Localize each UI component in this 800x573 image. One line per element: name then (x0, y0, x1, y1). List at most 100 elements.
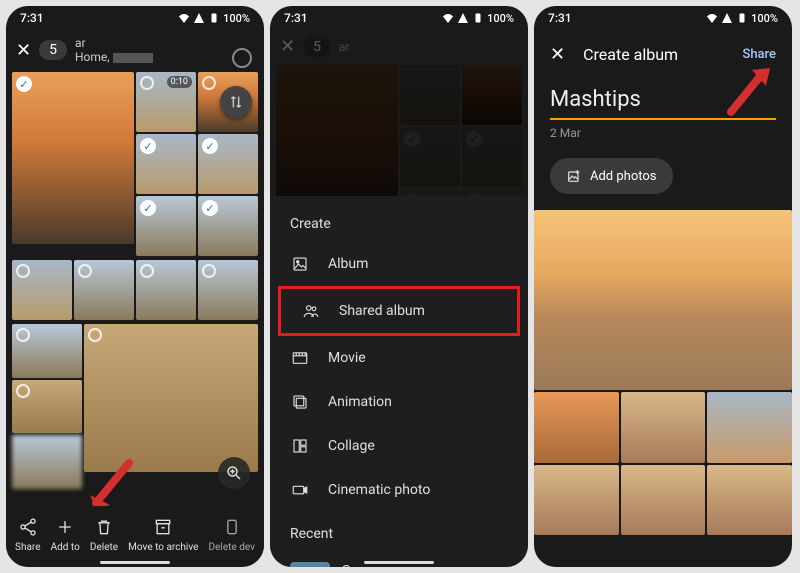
photo-thumb[interactable] (136, 260, 196, 320)
item-label: Movie (328, 350, 366, 366)
animation-icon (290, 392, 310, 412)
add-photos-button[interactable]: Add photos (550, 158, 673, 194)
delete-device-button[interactable]: Delete dev (209, 516, 255, 553)
select-circle[interactable] (140, 76, 154, 90)
photo-thumb[interactable] (12, 324, 82, 378)
photo-thumb[interactable] (74, 260, 134, 320)
photo-thumb[interactable] (707, 465, 792, 536)
check-icon[interactable]: ✓ (140, 138, 156, 154)
cinematic-icon (290, 480, 310, 500)
select-circle[interactable] (16, 264, 30, 278)
add-photo-icon (566, 168, 582, 184)
album-title-input[interactable]: Mashtips (550, 87, 776, 120)
video-duration: 0:10 (167, 76, 192, 88)
photo-thumb[interactable]: ✓ (12, 72, 134, 244)
device-icon (221, 516, 243, 538)
photo-thumb[interactable] (84, 324, 258, 472)
redacted-text (113, 53, 153, 63)
delete-button[interactable]: Delete (90, 516, 118, 553)
archive-icon (152, 516, 174, 538)
item-label: Collage (328, 438, 375, 454)
status-bar: 7:31 100% (6, 6, 264, 30)
trash-icon (93, 516, 115, 538)
select-circle[interactable] (78, 264, 92, 278)
status-bar: 7:31 100% (534, 6, 792, 30)
photo-thumb[interactable] (534, 465, 619, 536)
create-album-item[interactable]: Album (270, 242, 528, 286)
status-icons: 100% (706, 12, 778, 25)
delete-device-label: Delete dev (209, 542, 255, 553)
plus-icon (54, 516, 76, 538)
photo-thumb[interactable]: ✓ (136, 196, 196, 256)
date-label: ar (75, 36, 153, 50)
create-movie-item[interactable]: Movie (270, 336, 528, 380)
create-album-toolbar: ✕ Create album Share (534, 30, 792, 79)
photo-thumb[interactable]: 0:10 (136, 72, 196, 132)
sort-fab[interactable] (220, 86, 252, 118)
photo-thumb[interactable] (621, 465, 706, 536)
photo-thumb[interactable]: ✓ (136, 134, 196, 194)
status-time: 7:31 (548, 11, 572, 25)
item-label: Shared album (339, 303, 425, 319)
action-bar: Share Add to Delete Move to archive Dele… (6, 506, 264, 557)
phone-screen-2: 7:31 100% ✕ 5 ar ✓✓ ✓✓ Create Album (270, 6, 528, 567)
create-animation-item[interactable]: Animation (270, 380, 528, 424)
nav-pill[interactable] (100, 561, 170, 564)
archive-label: Move to archive (128, 542, 198, 553)
photo-thumb[interactable] (12, 435, 82, 489)
photo-thumb[interactable] (621, 392, 706, 463)
create-collage-item[interactable]: Collage (270, 424, 528, 468)
share-icon (17, 516, 39, 538)
phone-screen-1: 7:31 100% ✕ 5 ar Home, ✓ 0:10 ✓ ✓ ✓ ✓ (6, 6, 264, 567)
close-icon[interactable]: ✕ (550, 44, 565, 65)
check-icon[interactable]: ✓ (202, 138, 218, 154)
status-time: 7:31 (284, 11, 308, 25)
collage-icon (290, 436, 310, 456)
share-button[interactable]: Share (742, 47, 776, 62)
close-icon[interactable]: ✕ (16, 40, 31, 61)
select-circle[interactable] (88, 328, 102, 342)
select-circle[interactable] (202, 264, 216, 278)
select-all-circle[interactable] (232, 48, 252, 68)
select-circle[interactable] (16, 328, 30, 342)
photo-thumb[interactable] (12, 380, 82, 434)
add-to-label: Add to (51, 542, 80, 553)
create-shared-album-item[interactable]: Shared album (281, 289, 517, 333)
zoom-icon[interactable] (218, 457, 250, 489)
album-date: 2 Mar (550, 126, 776, 140)
shared-album-icon (301, 301, 321, 321)
add-photos-label: Add photos (590, 169, 657, 184)
share-button[interactable]: Share (15, 516, 40, 553)
photo-thumb[interactable] (707, 392, 792, 463)
delete-label: Delete (90, 542, 118, 553)
recent-album-item[interactable]: Scenery 9 Feb 2020 – 31 May 2023 (270, 552, 528, 567)
photo-grid-row (6, 258, 264, 322)
item-label: Cinematic photo (328, 482, 430, 498)
add-to-button[interactable]: Add to (51, 516, 80, 553)
photo-thumb[interactable] (12, 260, 72, 320)
photo-thumb[interactable] (198, 260, 258, 320)
album-photos (534, 210, 792, 535)
select-circle[interactable] (140, 264, 154, 278)
photo-thumb[interactable]: ✓ (198, 134, 258, 194)
recent-thumb (290, 562, 330, 567)
location-label: Home, (75, 50, 153, 64)
item-label: Album (328, 256, 368, 272)
status-time: 7:31 (20, 11, 44, 25)
nav-pill[interactable] (364, 561, 434, 564)
photo-thumb[interactable]: ✓ (198, 196, 258, 256)
photo-thumb[interactable] (534, 392, 619, 463)
selection-header-dim: ✕ 5 ar (270, 30, 528, 63)
status-icons: 100% (442, 12, 514, 25)
hero-photo[interactable] (534, 210, 792, 390)
select-circle[interactable] (202, 76, 216, 90)
check-icon[interactable]: ✓ (140, 200, 156, 216)
create-cinematic-item[interactable]: Cinematic photo (270, 468, 528, 512)
select-circle[interactable] (16, 384, 30, 398)
archive-button[interactable]: Move to archive (128, 516, 198, 553)
share-label: Share (15, 542, 40, 553)
check-icon[interactable]: ✓ (16, 76, 32, 92)
item-label: Animation (328, 394, 392, 410)
photo-grid (534, 392, 792, 535)
check-icon[interactable]: ✓ (202, 200, 218, 216)
